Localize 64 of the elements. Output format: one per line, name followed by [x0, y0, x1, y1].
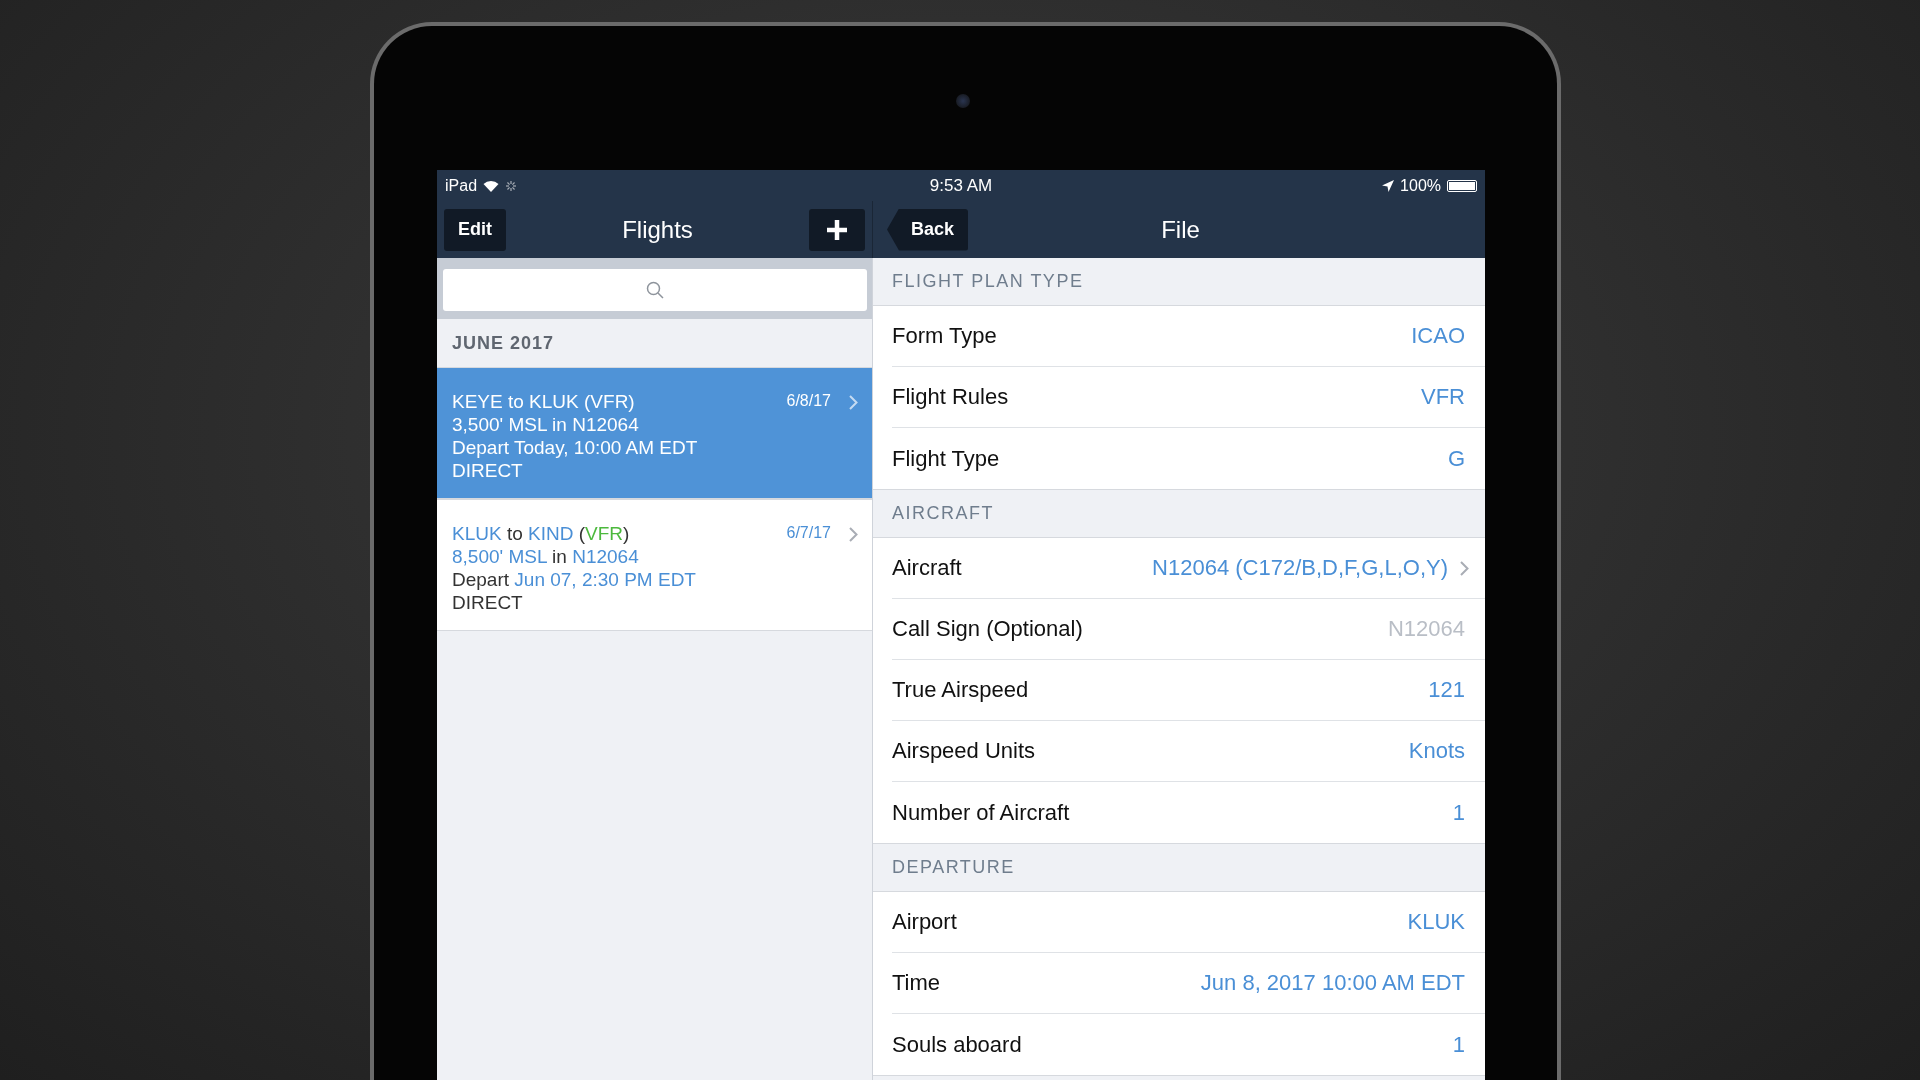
form-row[interactable]: Airspeed Units Knots — [892, 721, 1485, 782]
chevron-icon — [1460, 560, 1469, 576]
flight-info-line: Depart Today, 10:00 AM EDT — [452, 436, 699, 459]
form-row[interactable]: Flight Rules VFR — [892, 367, 1485, 428]
field-value: G — [1447, 445, 1465, 472]
form-row[interactable]: Airport KLUK — [892, 892, 1485, 953]
flight-info-line: DIRECT — [452, 591, 524, 614]
flight-list-item[interactable]: KLUK to KIND (VFR) 8,500' MSL in N12064 Depart Jun 07, 2:30 PM EDT DIRECT 6/7/17 — [437, 499, 872, 631]
field-placeholder: N12064 — [1387, 616, 1465, 642]
flight-date: 6/8/17 — [786, 392, 831, 411]
back-button[interactable]: Back — [887, 208, 969, 251]
edit-button[interactable]: Edit — [444, 208, 506, 251]
field-value: VFR — [1421, 384, 1465, 410]
field-value: N12064 (C172/B,D,F,G,L,O,Y) — [1152, 555, 1448, 581]
field-label: True Airspeed — [892, 677, 1030, 703]
location-arrow-icon — [1382, 179, 1395, 192]
field-label: Form Type — [892, 323, 998, 349]
add-icon — [826, 218, 848, 241]
field-label: Time — [892, 970, 942, 996]
field-label: Number of Aircraft — [892, 799, 1071, 826]
battery-icon — [1447, 179, 1477, 192]
field-value: Jun 8, 2017 10:00 AM EDT — [1200, 970, 1465, 996]
flight-info-line: DIRECT — [452, 459, 524, 482]
search-icon — [646, 281, 664, 299]
flight-info-line: 8,500' MSL in N12064 — [452, 545, 640, 568]
field-label: Flight Type — [892, 445, 1001, 472]
field-label: Airspeed Units — [892, 738, 1037, 764]
battery-percent: 100% — [1400, 176, 1441, 195]
form-row[interactable]: Number of Aircraft 1 — [892, 782, 1485, 843]
field-label: Airport — [892, 909, 958, 935]
field-label: Souls aboard — [892, 1031, 1023, 1058]
field-value: ICAO — [1411, 323, 1465, 349]
wifi-icon — [483, 179, 500, 192]
flight-info-line: KLUK to KIND (VFR) — [452, 522, 631, 545]
nav-title: File — [1160, 215, 1201, 244]
form-row[interactable]: True Airspeed 121 — [892, 660, 1485, 721]
field-value: 1 — [1452, 1031, 1465, 1058]
form-row[interactable]: Flight Type G — [892, 428, 1485, 489]
form-row[interactable]: Time Jun 8, 2017 10:00 AM EDT — [892, 953, 1485, 1014]
section-header: JUNE 2017 — [451, 331, 556, 355]
field-value: KLUK — [1407, 909, 1465, 935]
field-value: 121 — [1428, 677, 1465, 703]
field-value: Knots — [1408, 738, 1465, 764]
activity-icon — [505, 179, 518, 192]
search-field[interactable] — [443, 269, 867, 311]
chevron-icon — [849, 527, 858, 542]
status-time: 9:53 AM — [929, 175, 993, 196]
add-button[interactable] — [809, 208, 865, 251]
form-row[interactable]: Souls aboard 1 — [892, 1014, 1485, 1075]
camera-icon — [956, 94, 970, 108]
field-label: Flight Rules — [892, 384, 1010, 410]
flight-info-line: 3,500' MSL in N12064 — [452, 413, 640, 436]
flight-date: 6/7/17 — [786, 524, 831, 543]
flight-info-line: Depart Jun 07, 2:30 PM EDT — [452, 568, 697, 591]
device-name: iPad — [445, 176, 478, 195]
form-row[interactable]: Form Type ICAO — [892, 306, 1485, 367]
form-row[interactable]: Aircraft N12064 (C172/B,D,F,G,L,O,Y) — [892, 538, 1485, 599]
field-label: Aircraft — [892, 555, 963, 581]
form-row[interactable]: Call Sign (Optional) N12064 — [892, 599, 1485, 660]
nav-title: Flights — [621, 215, 694, 244]
field-value: 1 — [1452, 799, 1465, 826]
field-label: Call Sign (Optional) — [892, 616, 1084, 642]
flight-info-line: KEYE to KLUK (VFR) — [452, 390, 636, 413]
chevron-icon — [849, 395, 858, 410]
